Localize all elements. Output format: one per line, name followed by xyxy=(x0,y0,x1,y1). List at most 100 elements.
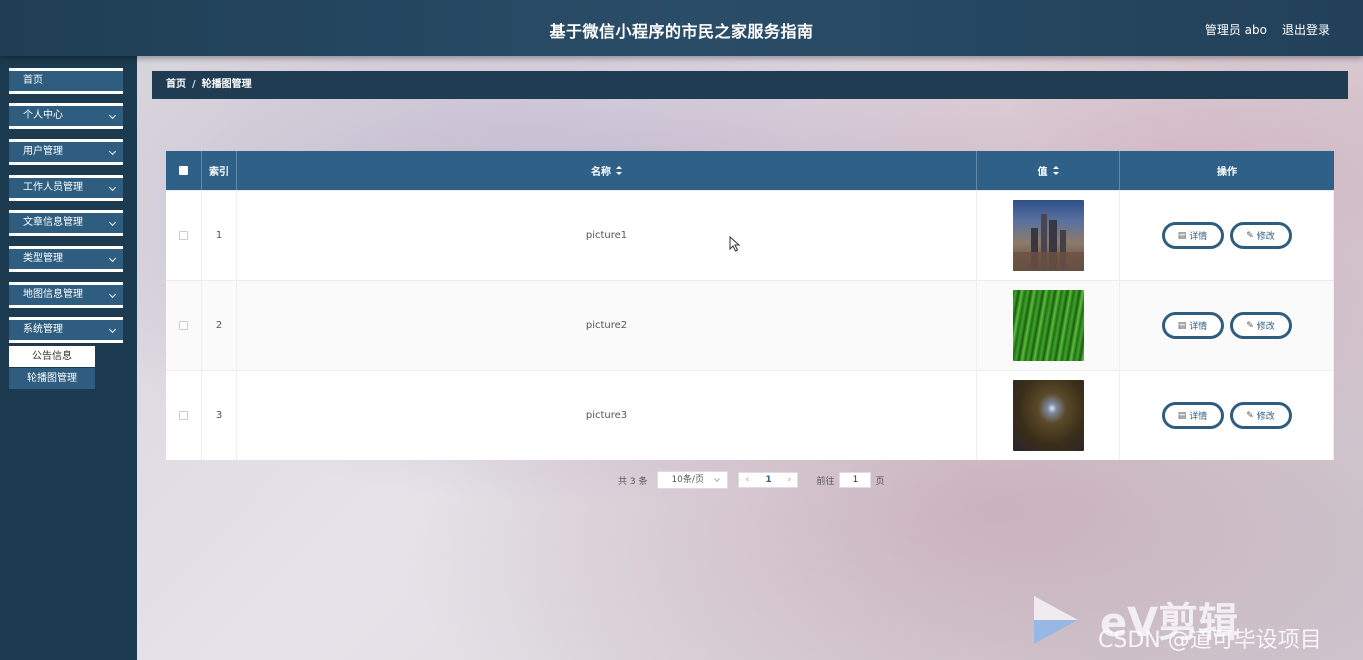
mouse-cursor-icon xyxy=(729,236,741,252)
row-name: picture3 xyxy=(237,371,977,460)
sidebar-subitem-carousel[interactable]: 轮播图管理 xyxy=(9,368,95,389)
header-name-label: 名称 xyxy=(591,167,611,178)
row-name: picture2 xyxy=(237,281,977,370)
edit-button[interactable]: ✎ 修改 xyxy=(1229,402,1292,429)
row-checkbox-cell xyxy=(166,371,202,460)
header-value-label: 值 xyxy=(1037,167,1048,178)
thumbnail-image[interactable] xyxy=(1012,380,1084,451)
chevron-down-icon xyxy=(108,254,117,263)
chevron-down-icon xyxy=(108,325,117,334)
thumbnail-image[interactable] xyxy=(1012,290,1084,361)
sort-icon[interactable] xyxy=(616,166,622,175)
goto-page-input[interactable]: 1 xyxy=(839,472,872,488)
breadcrumb-current: 轮播图管理 xyxy=(201,79,252,90)
pagination: 共 3 条 10条/页 ‹ 1 › 前往 1 页 xyxy=(618,471,884,489)
sidebar-item-label: 地图信息管理 xyxy=(23,289,83,300)
document-icon: ▤ xyxy=(1177,230,1187,241)
row-index: 3 xyxy=(202,371,237,460)
header-actions: 操作 xyxy=(1217,167,1237,178)
chevron-down-icon xyxy=(108,183,117,192)
sidebar-item-label: 系统管理 xyxy=(23,324,63,335)
document-icon: ▤ xyxy=(1177,320,1187,331)
row-index: 1 xyxy=(202,191,237,280)
sidebar-item-label: 用户管理 xyxy=(23,146,63,157)
document-icon: ▤ xyxy=(1177,410,1187,421)
breadcrumb-separator: / xyxy=(192,79,196,90)
logout-link[interactable]: 退出登录 xyxy=(1282,21,1330,38)
goto-label: 前往 xyxy=(816,476,835,487)
sidebar-subitem-announcements[interactable]: 公告信息 xyxy=(9,346,95,367)
sidebar: 首页 个人中心 用户管理 工作人员管理 文章信息管理 类型管理 地图信息管理 系… xyxy=(0,56,137,660)
watermark-play-icon xyxy=(1034,596,1078,644)
pencil-icon: ✎ xyxy=(1246,410,1254,421)
row-checkbox-cell xyxy=(166,191,202,280)
main-content: 首页 / 轮播图管理 索引 名称 值 操作 1 picture1 ▤ 详情 ✎ … xyxy=(137,56,1363,660)
sidebar-item-staff-management[interactable]: 工作人员管理 xyxy=(9,175,123,201)
row-value xyxy=(977,281,1120,370)
breadcrumb: 首页 / 轮播图管理 xyxy=(152,71,1348,99)
sidebar-item-home[interactable]: 首页 xyxy=(9,68,123,94)
thumbnail-image[interactable] xyxy=(1012,200,1084,271)
table-row: 3 picture3 ▤ 详情 ✎ 修改 xyxy=(166,370,1334,460)
select-all-checkbox[interactable] xyxy=(179,166,188,175)
detail-button-label: 详情 xyxy=(1189,412,1208,422)
row-value xyxy=(977,371,1120,460)
page-number[interactable]: 1 xyxy=(755,475,781,485)
detail-button-label: 详情 xyxy=(1189,322,1208,332)
sort-icon[interactable] xyxy=(1052,166,1059,175)
row-checkbox[interactable] xyxy=(179,411,188,420)
table-row: 2 picture2 ▤ 详情 ✎ 修改 xyxy=(166,280,1334,370)
edit-button-label: 修改 xyxy=(1256,412,1275,422)
row-name: picture1 xyxy=(237,191,977,280)
sidebar-item-label: 文章信息管理 xyxy=(23,217,83,228)
header-value[interactable]: 值 xyxy=(977,151,1120,190)
edit-button[interactable]: ✎ 修改 xyxy=(1229,222,1292,249)
row-actions: ▤ 详情 ✎ 修改 xyxy=(1120,371,1334,460)
detail-button[interactable]: ▤ 详情 xyxy=(1161,312,1224,339)
pencil-icon: ✎ xyxy=(1246,230,1254,241)
row-checkbox[interactable] xyxy=(179,321,188,330)
header-name[interactable]: 名称 xyxy=(237,151,977,190)
sidebar-item-article-management[interactable]: 文章信息管理 xyxy=(9,210,123,236)
page-size-select[interactable]: 10条/页 xyxy=(657,471,729,489)
edit-button-label: 修改 xyxy=(1256,232,1275,242)
header-checkbox-cell xyxy=(166,151,202,190)
chevron-down-icon xyxy=(108,147,117,156)
chevron-down-icon xyxy=(714,476,721,482)
sidebar-item-map-management[interactable]: 地图信息管理 xyxy=(9,282,123,308)
sidebar-item-user-management[interactable]: 用户管理 xyxy=(9,139,123,165)
page-size-value: 10条/页 xyxy=(671,475,704,485)
sidebar-item-type-management[interactable]: 类型管理 xyxy=(9,246,123,272)
sidebar-item-personal-center[interactable]: 个人中心 xyxy=(9,103,123,129)
page-unit-label: 页 xyxy=(875,476,885,487)
next-page-icon[interactable]: › xyxy=(781,475,797,485)
carousel-table: 索引 名称 值 操作 1 picture1 ▤ 详情 ✎ 修改 2 pictur… xyxy=(166,151,1334,460)
row-index: 2 xyxy=(202,281,237,370)
app-title: 基于微信小程序的市民之家服务指南 xyxy=(549,22,814,41)
page-navigator: ‹ 1 › xyxy=(738,472,799,488)
row-checkbox[interactable] xyxy=(179,231,188,240)
edit-button-label: 修改 xyxy=(1256,322,1275,332)
detail-button[interactable]: ▤ 详情 xyxy=(1161,402,1224,429)
sidebar-item-system-management[interactable]: 系统管理 xyxy=(9,317,123,343)
sidebar-item-label: 个人中心 xyxy=(23,110,63,121)
detail-button-label: 详情 xyxy=(1189,232,1208,242)
row-actions: ▤ 详情 ✎ 修改 xyxy=(1120,281,1334,370)
sidebar-item-label: 类型管理 xyxy=(23,253,63,264)
row-checkbox-cell xyxy=(166,281,202,370)
table-header: 索引 名称 值 操作 xyxy=(166,151,1334,190)
sidebar-item-label: 工作人员管理 xyxy=(23,182,83,193)
edit-button[interactable]: ✎ 修改 xyxy=(1229,312,1292,339)
top-header: 基于微信小程序的市民之家服务指南 管理员 abo 退出登录 xyxy=(0,0,1363,56)
sidebar-item-label: 首页 xyxy=(23,75,43,86)
detail-button[interactable]: ▤ 详情 xyxy=(1161,222,1224,249)
breadcrumb-home[interactable]: 首页 xyxy=(166,79,186,90)
row-value xyxy=(977,191,1120,280)
watermark-credit: CSDN @道可毕设项目 xyxy=(1098,628,1322,653)
chevron-down-icon xyxy=(108,111,117,120)
pencil-icon: ✎ xyxy=(1246,320,1254,331)
pagination-total: 共 3 条 xyxy=(618,476,648,487)
prev-page-icon[interactable]: ‹ xyxy=(739,475,755,485)
chevron-down-icon xyxy=(108,290,117,299)
row-actions: ▤ 详情 ✎ 修改 xyxy=(1120,191,1334,280)
